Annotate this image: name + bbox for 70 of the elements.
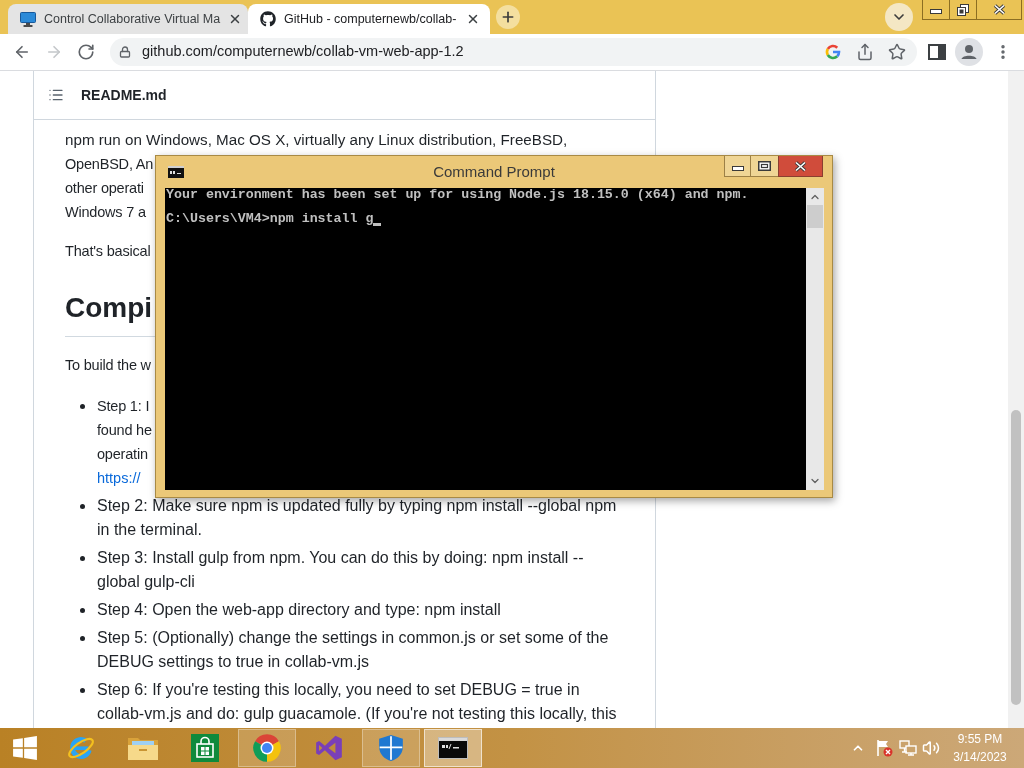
bullet-icon: [80, 556, 85, 561]
minimize-button[interactable]: [724, 156, 751, 177]
taskbar-button[interactable]: [424, 729, 482, 767]
circle-logo-icon: [252, 733, 282, 763]
text-line: other operati: [65, 179, 144, 198]
bullet-icon: [80, 404, 85, 409]
file-name: README.md: [81, 85, 167, 105]
letter-g-logo-icon[interactable]: [824, 43, 842, 61]
tab-search-button[interactable]: [885, 3, 913, 31]
maximize-icon: [758, 161, 771, 171]
share-icon[interactable]: [856, 43, 874, 61]
restore-icon: [957, 3, 969, 16]
reload-icon[interactable]: [77, 43, 95, 61]
network-icon[interactable]: [899, 740, 917, 756]
plus-icon: [500, 9, 516, 25]
shield-icon: [378, 734, 404, 762]
terminal-icon: [438, 737, 468, 759]
text-line: That's basical: [65, 242, 151, 261]
list-item: Step 3: Install gulp from npm. You can do this by doing: npm install -- global gulp-cli: [97, 548, 584, 592]
window-logo-icon[interactable]: [12, 735, 38, 761]
browser-tab[interactable]: Control Collaborative Virtual Ma: [8, 4, 248, 34]
close-icon[interactable]: [466, 12, 480, 26]
minimize-icon: [930, 9, 942, 14]
speaker-icon[interactable]: [922, 739, 940, 757]
scrollbar[interactable]: [806, 188, 824, 490]
avatar-icon[interactable]: [955, 38, 983, 66]
list-item: Step 2: Make sure npm is updated fully by typing npm install --global npm in the terminal.: [97, 496, 617, 540]
lock-icon: [119, 46, 131, 58]
list-item: Step 5: (Optionally) change the settings in common.js or set some of the DEBUG settings to true in collab-vm.js: [97, 628, 609, 672]
text-line: Windows 7 a: [65, 203, 146, 222]
text-line: To build the w: [65, 356, 151, 375]
list-item: Step 6: If you're testing this locally, you need to set DEBUG = true in collab-vm.js and do: gulp guacamole. (If you're not testing this locally, this: [97, 680, 617, 724]
scrollbar-thumb[interactable]: [1011, 410, 1021, 705]
section-heading: Compi: [65, 291, 153, 325]
text-line: npm run on Windows, Mac OS X, virtually any Linux distribution, FreeBSD,: [65, 130, 568, 150]
scrollbar-thumb[interactable]: [807, 205, 823, 228]
bullet-icon: [80, 504, 85, 509]
browser-tab[interactable]: GitHub - computernewb/collab-: [248, 4, 490, 34]
address-bar[interactable]: github.com/computernewb/collab-vm-web-app-1.2: [110, 38, 917, 66]
list-item: Step 1: I found he operatin: [97, 397, 152, 464]
bullet-icon: [80, 636, 85, 641]
new-tab-button[interactable]: [496, 5, 520, 29]
list-item: Step 4: Open the web-app directory and type: npm install: [97, 600, 501, 620]
console-command: C:\Users\VM4>npm install g: [166, 213, 374, 225]
side-panel-icon[interactable]: [928, 43, 946, 61]
close-button[interactable]: [778, 156, 823, 177]
ribbon-logo-icon[interactable]: [315, 734, 343, 762]
minimize-icon: [731, 166, 744, 171]
bullet-icon: [80, 608, 85, 613]
list-icon[interactable]: [48, 87, 64, 103]
close-button[interactable]: [976, 0, 1022, 20]
scrollbar[interactable]: [1008, 71, 1024, 728]
shopping-bag-icon[interactable]: [191, 734, 219, 762]
bullet-icon: [80, 688, 85, 693]
link[interactable]: https://: [97, 466, 141, 490]
close-icon: [794, 160, 807, 172]
flag-icon[interactable]: [875, 739, 893, 757]
cat-logo-icon: [260, 11, 276, 27]
minimize-button[interactable]: [922, 0, 950, 20]
back-icon[interactable]: [13, 43, 31, 61]
close-icon: [992, 4, 1006, 15]
console[interactable]: Your environment has been set up for using Node.js 18.15.0 (x64) and npm. C:\Users\VM4>npm install g: [165, 188, 806, 490]
monitor-icon: [20, 11, 36, 27]
text-line: OpenBSD, An: [65, 155, 154, 174]
folder-icon[interactable]: [127, 735, 159, 761]
terminal-icon[interactable]: [168, 166, 184, 178]
console-output: Your environment has been set up for using Node.js 18.15.0 (x64) and npm.: [166, 189, 749, 201]
maximize-button[interactable]: [751, 156, 778, 177]
star-icon[interactable]: [888, 43, 906, 61]
window-title: Command Prompt: [433, 161, 555, 182]
